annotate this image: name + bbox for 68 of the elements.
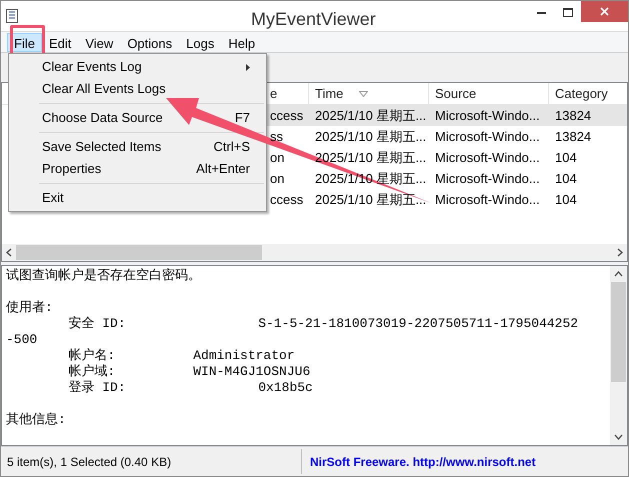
menu-option[interactable]: Choose Data Source F7: [9, 107, 266, 129]
table-cell-text: on: [269, 170, 286, 188]
menu-item[interactable]: Options: [120, 32, 180, 52]
table-cell-text: 104: [554, 191, 578, 209]
menu-option[interactable]: Clear Events Log: [9, 56, 266, 78]
detail-line: 使用者:: [6, 300, 53, 316]
window-title: MyEventViewer: [251, 8, 376, 31]
menu-item[interactable]: Edit: [42, 32, 78, 52]
table-cell-text: 104: [554, 149, 578, 167]
table-row[interactable]: ccess 2025/1/10 星期五... Microsoft-Windo... 104: [264, 189, 627, 210]
table-cell-text: 2025/1/10 星期五...: [314, 191, 428, 209]
table-cell-text: Microsoft-Windo...: [434, 107, 541, 125]
menu-option[interactable]: Save Selected Items Ctrl+S: [9, 136, 266, 158]
table-cell-text: 2025/1/10 星期五...: [314, 128, 428, 146]
shortcut-label: Ctrl+S: [214, 138, 250, 156]
shortcut-label: Alt+Enter: [196, 160, 250, 178]
column-header[interactable]: Category: [549, 83, 628, 104]
column-header[interactable]: Source: [429, 83, 549, 104]
table-cell-text: 2025/1/10 星期五...: [314, 107, 428, 125]
detail-line: -500: [6, 332, 38, 348]
table-cell-text: Microsoft-Windo...: [434, 128, 541, 146]
table-cell-text: ccess: [269, 191, 304, 209]
table-cell-text: Microsoft-Windo...: [434, 191, 541, 209]
vertical-scrollbar[interactable]: [610, 266, 627, 445]
detail-line: 其他信息:: [6, 412, 66, 428]
column-header[interactable]: Time: [309, 83, 429, 104]
shortcut-label: F7: [234, 109, 250, 128]
table-cell-text: on: [269, 149, 286, 167]
status-summary: 5 item(s), 1 Selected (0.40 KB): [6, 454, 172, 470]
table-cell-text: 13824: [554, 128, 592, 146]
table-cell-text: 2025/1/10 星期五...: [314, 170, 428, 188]
detail-line: 帐户域: WIN-M4GJ1OSNJU6: [67, 364, 310, 380]
scroll-left-icon: [6, 248, 12, 257]
menu-item[interactable]: Help: [221, 32, 262, 52]
close-button[interactable]: [581, 1, 628, 22]
detail-line: 登录 ID: 0x18b5c: [67, 380, 313, 396]
menu-option[interactable]: Properties Alt+Enter: [9, 158, 266, 180]
table-row[interactable]: on 2025/1/10 星期五... Microsoft-Windo... 104: [264, 147, 627, 168]
scroll-down-icon: [614, 434, 623, 440]
menu-item[interactable]: View: [78, 32, 120, 52]
horizontal-scrollbar[interactable]: [2, 244, 627, 261]
scrollbar-thumb[interactable]: [16, 245, 262, 260]
menu-option[interactable]: Exit: [9, 187, 266, 209]
table-cell-text: 13824: [554, 107, 592, 125]
menu-option[interactable]: Clear All Events Logs: [9, 78, 266, 100]
table-cell-text: 2025/1/10 星期五...: [314, 149, 428, 167]
menu-item[interactable]: Logs: [179, 32, 222, 52]
scrollbar-thumb[interactable]: [611, 282, 626, 382]
close-icon: [600, 7, 609, 16]
sort-arrow-icon: [359, 90, 368, 96]
table-row[interactable]: ccess 2025/1/10 星期五... Microsoft-Windo... 13824: [264, 105, 627, 126]
table-cell-text: Microsoft-Windo...: [434, 170, 541, 188]
menu-item[interactable]: File: [7, 32, 42, 52]
table-cell-text: Microsoft-Windo...: [434, 149, 541, 167]
table-row[interactable]: ss 2025/1/10 星期五... Microsoft-Windo... 13824: [264, 126, 627, 147]
website-link[interactable]: NirSoft Freeware. http://www.nirsoft.net: [310, 452, 536, 470]
table-cell-text: 104: [554, 170, 578, 188]
table-row[interactable]: on 2025/1/10 星期五... Microsoft-Windo... 104: [264, 168, 627, 189]
detail-line: 安全 ID: S-1-5-21-1810073019-2207505711-1795044252: [67, 316, 578, 332]
detail-line: 帐户名: Administrator: [67, 348, 295, 364]
maximize-icon: [563, 8, 573, 16]
minimize-icon: [536, 10, 546, 14]
scroll-up-icon: [614, 271, 623, 277]
table-cell-text: ss: [269, 128, 284, 146]
scroll-right-icon: [617, 248, 623, 257]
table-cell-text: ccess: [269, 107, 304, 125]
detail-line: 试图查询帐户是否存在空白密码。: [6, 268, 201, 284]
app-icon: [6, 9, 18, 23]
